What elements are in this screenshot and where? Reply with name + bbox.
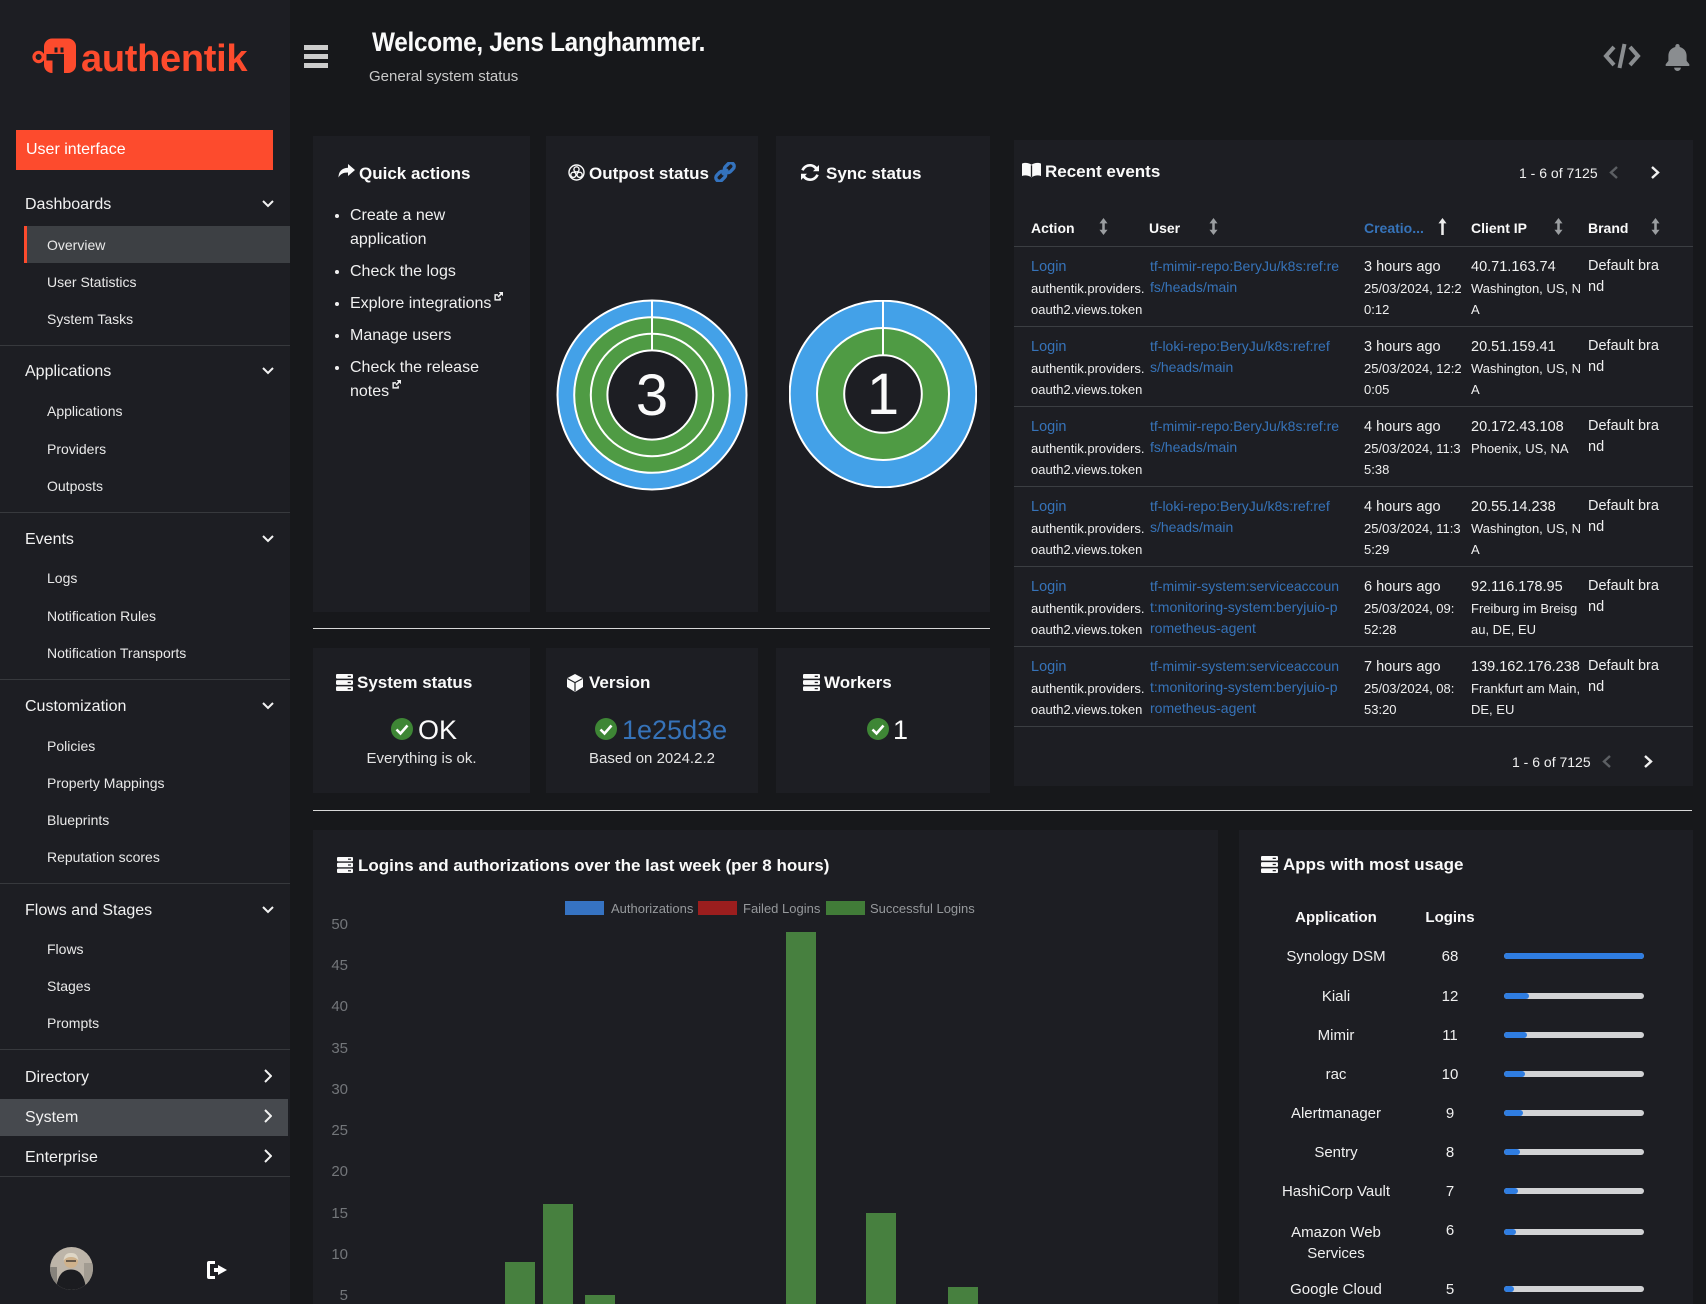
svg-text:1: 1 xyxy=(867,362,899,427)
svg-text:authentik: authentik xyxy=(81,38,248,80)
svg-text:3: 3 xyxy=(636,363,668,428)
